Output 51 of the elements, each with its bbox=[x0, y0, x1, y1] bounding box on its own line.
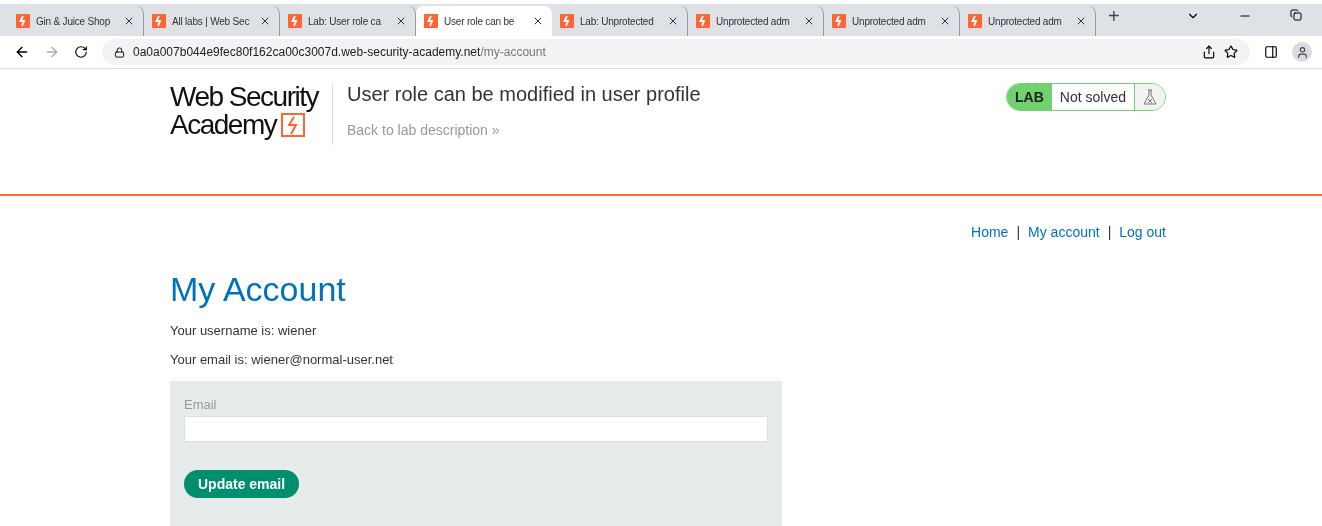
account-info: Your email is: wiener@normal-user.net bbox=[170, 352, 394, 367]
lightning-icon bbox=[152, 14, 166, 28]
field-label: Email bbox=[184, 397, 218, 412]
star-icon[interactable] bbox=[1224, 45, 1238, 59]
new-tab-button[interactable]: + bbox=[1096, 5, 1132, 36]
url-host: 0a0a007b044e9fec80f162ca00c3007d.web-security-academy.net bbox=[133, 45, 481, 59]
browser-tab[interactable]: Unprotected adm bbox=[688, 6, 824, 36]
browser-tab[interactable]: Unprotected adm bbox=[960, 6, 1096, 36]
browser-tab[interactable]: User role can be bbox=[416, 6, 552, 36]
lab-title: User role can be modified in user profile bbox=[347, 83, 701, 106]
close-icon[interactable] bbox=[532, 15, 544, 27]
close-icon[interactable] bbox=[939, 15, 951, 27]
address-bar[interactable]: 0a0a007b044e9fec80f162ca00c3007d.web-security-academy.net/my-account bbox=[102, 39, 1250, 65]
lab-status-badge: LAB Not solved bbox=[1006, 83, 1166, 111]
close-icon[interactable] bbox=[259, 15, 271, 27]
lightning-icon bbox=[968, 14, 982, 28]
lightning-icon bbox=[424, 14, 438, 28]
page-heading: My Account bbox=[170, 270, 347, 309]
restore-icon[interactable] bbox=[1290, 9, 1302, 21]
lock-icon bbox=[114, 46, 125, 58]
reload-icon[interactable] bbox=[74, 45, 88, 59]
flask-icon bbox=[1143, 89, 1157, 105]
url-path: /my-account bbox=[480, 45, 546, 59]
lightning-icon bbox=[832, 14, 846, 28]
browser-tab[interactable]: Gin & Juice Shop bbox=[8, 6, 144, 36]
logo[interactable]: Web Security Academy bbox=[170, 83, 333, 145]
back-icon[interactable] bbox=[14, 44, 30, 60]
close-icon[interactable] bbox=[395, 15, 407, 27]
share-icon[interactable] bbox=[1202, 45, 1216, 59]
close-icon[interactable] bbox=[803, 15, 815, 27]
account-info: Your username is: wiener bbox=[170, 323, 318, 338]
separator: | bbox=[1016, 224, 1021, 240]
nav-link[interactable]: Log out bbox=[1119, 224, 1166, 240]
nav-link[interactable]: Home bbox=[971, 224, 1009, 240]
nav-link[interactable]: My account bbox=[1028, 224, 1100, 240]
email-field[interactable] bbox=[184, 416, 768, 442]
lightning-icon bbox=[288, 14, 302, 28]
profile-icon[interactable] bbox=[1292, 42, 1312, 62]
browser-tab[interactable]: Unprotected adm bbox=[824, 6, 960, 36]
browser-tab[interactable]: All labs | Web Sec bbox=[144, 6, 280, 36]
side-panel-icon[interactable] bbox=[1264, 45, 1278, 59]
lightning-icon bbox=[560, 14, 574, 28]
separator: | bbox=[1107, 224, 1112, 240]
browser-tab[interactable]: Lab: Unprotected bbox=[552, 6, 688, 36]
lightning-icon bbox=[16, 14, 30, 28]
lightning-icon bbox=[696, 14, 710, 28]
close-icon[interactable] bbox=[667, 15, 679, 27]
close-icon[interactable] bbox=[1075, 15, 1087, 27]
browser-tab[interactable]: Lab: User role ca bbox=[280, 6, 416, 36]
update-email-button[interactable]: Update email bbox=[184, 470, 300, 498]
close-icon[interactable] bbox=[123, 15, 135, 27]
